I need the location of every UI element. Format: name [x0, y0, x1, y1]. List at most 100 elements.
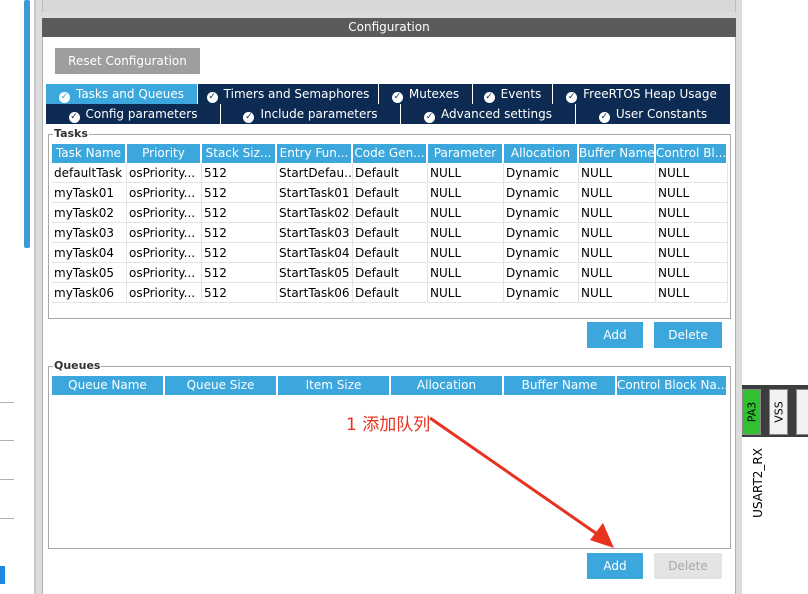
table-cell[interactable]: Default — [353, 203, 428, 222]
table-cell[interactable]: 512 — [202, 163, 277, 182]
table-cell[interactable]: Default — [353, 183, 428, 202]
pin-pa3[interactable]: PA3 — [742, 389, 761, 435]
column-header[interactable]: Buffer Name — [504, 376, 617, 395]
table-cell[interactable]: osPriority... — [127, 203, 202, 222]
add-task-button[interactable]: Add — [587, 322, 643, 348]
table-cell[interactable]: osPriority... — [127, 183, 202, 202]
delete-task-button[interactable]: Delete — [654, 322, 722, 348]
column-header[interactable]: Task Name — [52, 144, 127, 163]
column-header[interactable]: Item Size — [278, 376, 391, 395]
table-cell[interactable]: Default — [353, 163, 428, 182]
column-header[interactable]: Queue Size — [165, 376, 278, 395]
table-cell[interactable]: NULL — [656, 223, 728, 242]
column-header[interactable]: Parameter — [428, 144, 504, 163]
table-cell[interactable]: NULL — [656, 263, 728, 282]
table-row[interactable]: myTask01 osPriority... 512 StartTask01 Defau… — [52, 183, 728, 203]
table-row[interactable]: defaultTask osPriority... 512 StartDefau...… — [52, 163, 728, 183]
table-cell[interactable]: NULL — [656, 243, 728, 262]
table-cell[interactable]: 512 — [202, 223, 277, 242]
table-cell[interactable]: Dynamic — [504, 223, 579, 242]
column-header[interactable]: Queue Name — [52, 376, 165, 395]
tab-advanced-settings[interactable]: ✓ Advanced settings — [401, 104, 576, 124]
pin-vss[interactable]: VSS — [769, 389, 788, 435]
table-cell[interactable]: Dynamic — [504, 243, 579, 262]
tab-mutexes[interactable]: ✓ Mutexes — [379, 84, 473, 104]
table-cell[interactable]: StartTask02 — [277, 203, 353, 222]
table-cell[interactable]: NULL — [579, 183, 656, 202]
column-header[interactable]: Control Bl... — [656, 144, 728, 163]
add-queue-button[interactable]: Add — [587, 553, 643, 579]
table-row[interactable]: myTask04 osPriority... 512 StartTask04 Defau… — [52, 243, 728, 263]
table-cell[interactable]: Dynamic — [504, 163, 579, 182]
column-header[interactable]: Buffer Name — [579, 144, 656, 163]
tab-freertos-heap-usage[interactable]: ✓ FreeRTOS Heap Usage — [553, 84, 731, 104]
table-cell[interactable]: NULL — [656, 203, 728, 222]
table-row[interactable]: myTask02 osPriority... 512 StartTask02 Defau… — [52, 203, 728, 223]
table-cell[interactable]: 512 — [202, 283, 277, 302]
table-cell[interactable]: NULL — [579, 243, 656, 262]
table-cell[interactable]: NULL — [579, 203, 656, 222]
table-cell[interactable]: NULL — [428, 283, 504, 302]
tab-tasks-and-queues[interactable]: ✓ Tasks and Queues — [46, 84, 198, 104]
table-cell[interactable]: StartTask03 — [277, 223, 353, 242]
table-cell[interactable]: Dynamic — [504, 183, 579, 202]
table-cell[interactable]: Dynamic — [504, 203, 579, 222]
table-cell[interactable]: osPriority... — [127, 223, 202, 242]
table-cell[interactable]: 512 — [202, 203, 277, 222]
table-cell[interactable]: osPriority... — [127, 163, 202, 182]
table-row[interactable]: myTask03 osPriority... 512 StartTask03 Defau… — [52, 223, 728, 243]
table-cell[interactable]: osPriority... — [127, 263, 202, 282]
table-cell[interactable]: Default — [353, 283, 428, 302]
reset-configuration-button[interactable]: Reset Configuration — [55, 48, 200, 74]
table-cell[interactable]: NULL — [428, 203, 504, 222]
table-cell[interactable]: Default — [353, 223, 428, 242]
pin-cut-off[interactable] — [796, 389, 808, 435]
column-header[interactable]: Entry Fun... — [277, 144, 353, 163]
column-header[interactable]: Priority — [127, 144, 202, 163]
table-cell[interactable]: osPriority... — [127, 243, 202, 262]
table-cell[interactable]: StartTask01 — [277, 183, 353, 202]
table-cell[interactable]: defaultTask — [52, 163, 127, 182]
table-cell[interactable]: Dynamic — [504, 263, 579, 282]
table-cell[interactable]: myTask02 — [52, 203, 127, 222]
table-cell[interactable]: StartDefau... — [277, 163, 353, 182]
left-scrollbar-thumb[interactable] — [24, 0, 30, 248]
table-cell[interactable]: myTask04 — [52, 243, 127, 262]
tab-events[interactable]: ✓ Events — [473, 84, 553, 104]
table-cell[interactable]: Dynamic — [504, 283, 579, 302]
table-cell[interactable]: Default — [353, 263, 428, 282]
tab-timers-and-semaphores[interactable]: ✓ Timers and Semaphores — [198, 84, 379, 104]
column-header[interactable]: Allocation — [391, 376, 504, 395]
table-cell[interactable]: NULL — [579, 163, 656, 182]
table-cell[interactable]: StartTask04 — [277, 243, 353, 262]
table-cell[interactable]: osPriority... — [127, 283, 202, 302]
table-cell[interactable]: NULL — [428, 223, 504, 242]
column-header[interactable]: Stack Siz... — [202, 144, 277, 163]
table-cell[interactable]: NULL — [656, 183, 728, 202]
table-cell[interactable]: NULL — [656, 163, 728, 182]
table-cell[interactable]: myTask05 — [52, 263, 127, 282]
tab-config-parameters[interactable]: ✓ Config parameters — [46, 104, 221, 124]
table-row[interactable]: myTask06 osPriority... 512 StartTask06 Defau… — [52, 283, 728, 303]
column-header[interactable]: Control Block Na... — [617, 376, 728, 395]
column-header[interactable]: Allocation — [504, 144, 579, 163]
table-cell[interactable]: NULL — [579, 283, 656, 302]
table-cell[interactable]: Default — [353, 243, 428, 262]
table-cell[interactable]: NULL — [428, 163, 504, 182]
column-header[interactable]: Code Gen... — [353, 144, 428, 163]
table-cell[interactable]: 512 — [202, 263, 277, 282]
table-cell[interactable]: NULL — [656, 283, 728, 302]
table-cell[interactable]: StartTask05 — [277, 263, 353, 282]
table-cell[interactable]: NULL — [579, 223, 656, 242]
tab-user-constants[interactable]: ✓ User Constants — [576, 104, 731, 124]
table-cell[interactable]: 512 — [202, 183, 277, 202]
tab-include-parameters[interactable]: ✓ Include parameters — [221, 104, 401, 124]
table-row[interactable]: myTask05 osPriority... 512 StartTask05 Defau… — [52, 263, 728, 283]
table-cell[interactable]: NULL — [579, 263, 656, 282]
table-cell[interactable]: myTask01 — [52, 183, 127, 202]
table-cell[interactable]: myTask06 — [52, 283, 127, 302]
table-cell[interactable]: NULL — [428, 243, 504, 262]
table-cell[interactable]: NULL — [428, 183, 504, 202]
table-cell[interactable]: StartTask06 — [277, 283, 353, 302]
table-cell[interactable]: 512 — [202, 243, 277, 262]
